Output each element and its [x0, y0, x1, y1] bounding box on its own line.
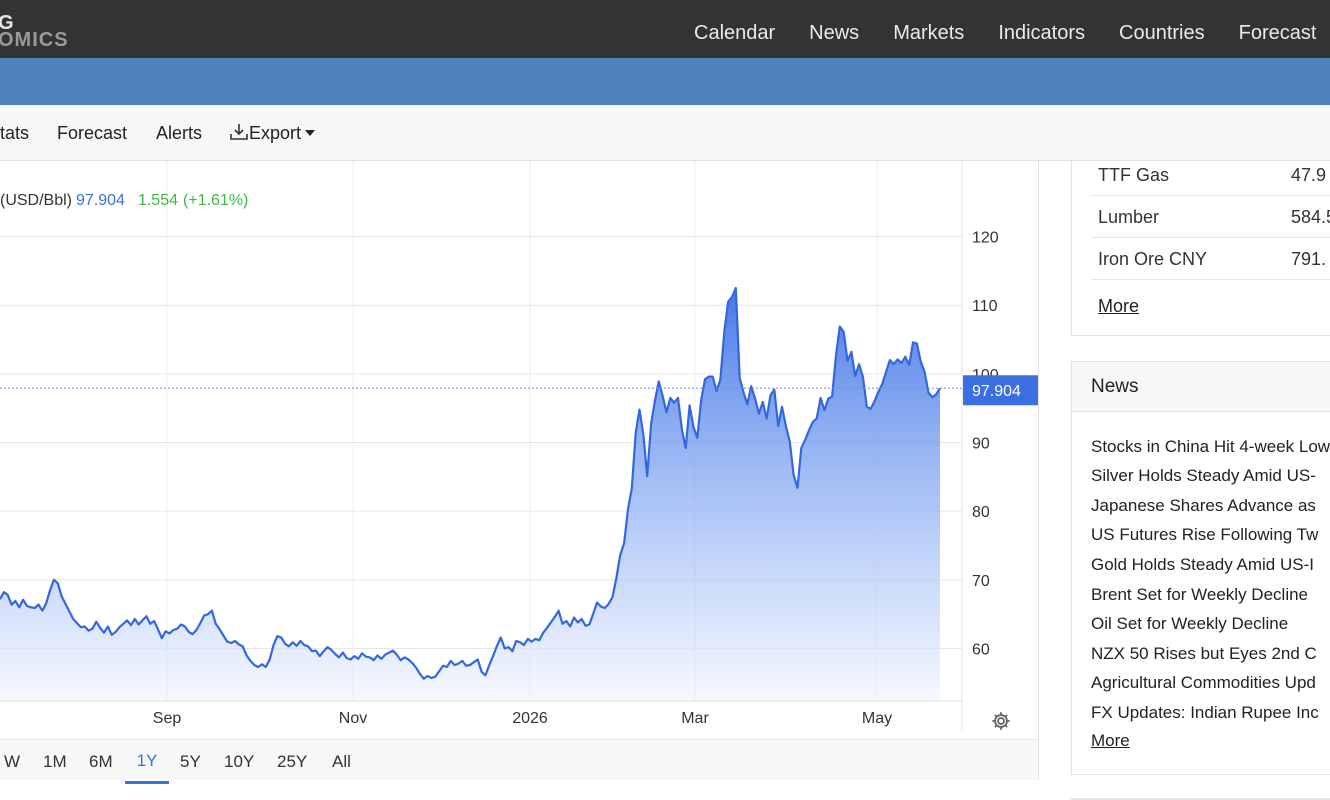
y-tick-label: 90 — [972, 436, 990, 453]
range-all[interactable]: All — [332, 740, 351, 784]
market-value: 584.5 — [1291, 207, 1330, 227]
top-navbar: G OMICS Calendar News Markets Indicators… — [0, 0, 1330, 58]
x-tick-label: Mar — [681, 710, 709, 727]
news-item[interactable]: FX Updates: Indian Rupee Inc — [1091, 703, 1319, 723]
news-item[interactable]: Agricultural Commodities Upd — [1091, 673, 1316, 693]
logo-line-2: OMICS — [0, 29, 69, 51]
x-tick-label: 2026 — [512, 710, 548, 727]
x-tick-label: May — [862, 710, 892, 727]
y-tick-label: 60 — [972, 642, 990, 659]
news-item[interactable]: Japanese Shares Advance as — [1091, 496, 1316, 516]
markets-more-link[interactable]: More — [1098, 296, 1139, 317]
range-1m[interactable]: 1M — [43, 740, 67, 784]
market-value: 791. — [1291, 249, 1327, 269]
quote-change-pct: (+1.61%) — [183, 192, 249, 209]
markets-card: TTF Gas 47.9 Lumber 584.5 Iron Ore CNY 7… — [1071, 161, 1330, 336]
y-tick-label: 70 — [972, 573, 990, 590]
price-chart[interactable]: 60708090100110120SepNov2026MarMay97.904 — [0, 161, 1038, 739]
market-value: 47.9 — [1291, 165, 1327, 185]
range-w[interactable]: W — [4, 740, 20, 784]
x-tick-label: Sep — [153, 710, 182, 727]
news-item[interactable]: NZX 50 Rises but Eyes 2nd C — [1091, 644, 1317, 664]
quote-change: 1.554 — [137, 192, 178, 209]
market-row[interactable]: Iron Ore CNY 791. — [1091, 238, 1330, 280]
nav-markets[interactable]: Markets — [876, 0, 981, 58]
market-name: Iron Ore CNY — [1098, 249, 1208, 269]
news-item[interactable]: US Futures Rise Following Tw — [1091, 525, 1318, 545]
export-label: Export — [249, 123, 302, 143]
last-value-label: 97.904 — [972, 383, 1021, 400]
title-bar — [0, 58, 1330, 105]
range-10y[interactable]: 10Y — [224, 740, 254, 784]
chart-toolbar: tats Forecast Alerts Export — [0, 105, 1330, 161]
site-logo[interactable]: G OMICS — [0, 12, 70, 52]
news-item[interactable]: Brent Set for Weekly Decline — [1091, 585, 1308, 605]
main-nav: Calendar News Markets Indicators Countri… — [677, 0, 1330, 58]
chevron-down-icon — [305, 129, 316, 136]
stats-tab[interactable]: tats — [0, 105, 29, 161]
gear-icon[interactable] — [990, 710, 1012, 732]
chart-panel: 60708090100110120SepNov2026MarMay97.904 … — [0, 161, 1039, 784]
market-name: TTF Gas — [1098, 165, 1169, 185]
range-5y[interactable]: 5Y — [180, 740, 201, 784]
news-card: News Stocks in China Hit 4-week Low Silv… — [1071, 361, 1330, 775]
quote-line: (USD/Bbl) 97.904 1.554 (+1.61%) — [0, 192, 248, 210]
news-item[interactable]: Stocks in China Hit 4-week Low — [1091, 437, 1330, 457]
series-area — [0, 288, 940, 700]
x-tick-label: Nov — [339, 710, 367, 727]
forecast-tab[interactable]: Forecast — [57, 105, 127, 161]
export-button[interactable]: Export — [229, 105, 316, 161]
news-item[interactable]: Gold Holds Steady Amid US-I — [1091, 555, 1314, 575]
y-tick-label: 120 — [972, 230, 999, 247]
market-row[interactable]: TTF Gas 47.9 — [1091, 154, 1330, 196]
range-25y[interactable]: 25Y — [277, 740, 307, 784]
nav-countries[interactable]: Countries — [1102, 0, 1222, 58]
news-item[interactable]: Oil Set for Weekly Decline — [1091, 614, 1288, 634]
nav-indicators[interactable]: Indicators — [981, 0, 1102, 58]
quote-unit: (USD/Bbl) — [0, 192, 73, 209]
quote-price: 97.904 — [76, 192, 125, 209]
range-6m[interactable]: 6M — [89, 740, 113, 784]
alerts-tab[interactable]: Alerts — [156, 105, 202, 161]
range-selector: W 1M 6M 1Y 5Y 10Y 25Y All — [0, 739, 1038, 784]
market-row[interactable]: Lumber 584.5 — [1091, 196, 1330, 238]
news-more-link[interactable]: More — [1091, 731, 1130, 751]
market-name: Lumber — [1098, 207, 1160, 227]
download-icon — [230, 124, 248, 140]
news-header: News — [1072, 362, 1330, 412]
nav-forecast[interactable]: Forecast — [1222, 0, 1330, 58]
nav-calendar[interactable]: Calendar — [677, 0, 792, 58]
y-tick-label: 80 — [972, 504, 990, 521]
y-tick-label: 110 — [972, 298, 998, 315]
range-1y[interactable]: 1Y — [125, 740, 169, 784]
nav-news[interactable]: News — [792, 0, 876, 58]
news-item[interactable]: Silver Holds Steady Amid US- — [1091, 466, 1316, 486]
